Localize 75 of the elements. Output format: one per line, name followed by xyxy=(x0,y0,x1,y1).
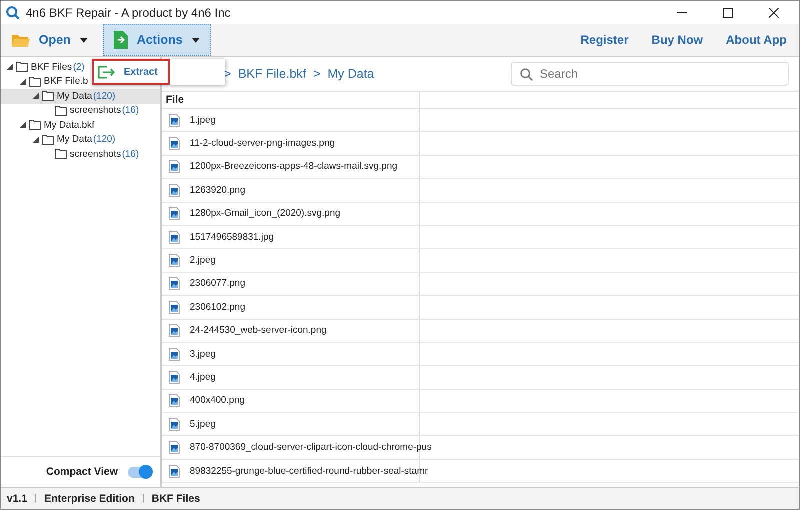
column-header[interactable]: File xyxy=(162,92,420,108)
folder-icon xyxy=(16,62,28,72)
toolbar-link[interactable]: About App xyxy=(726,33,787,47)
image-file-icon xyxy=(169,348,180,361)
image-file-icon xyxy=(169,114,180,127)
expand-triangle-icon[interactable] xyxy=(20,122,26,128)
breadcrumb-separator: > xyxy=(313,67,321,81)
file-name: 24-244530_web-server-icon.png xyxy=(190,325,327,336)
close-icon[interactable] xyxy=(769,8,779,18)
compact-view-toggle[interactable] xyxy=(128,466,152,478)
caret-icon xyxy=(80,38,88,42)
folder-icon xyxy=(55,106,67,116)
tree-item[interactable]: My Data(120) xyxy=(1,89,160,104)
image-file-icon xyxy=(169,300,180,314)
file-name: 1.jpeg xyxy=(190,114,216,126)
window-title: 4n6 BKF Repair - A product by 4n6 Inc xyxy=(26,6,231,20)
toolbar-link[interactable]: Register xyxy=(580,33,629,47)
search-field[interactable]: Search xyxy=(511,62,789,86)
tree-item[interactable]: screenshots(16) xyxy=(1,147,160,162)
search-icon xyxy=(520,68,533,81)
image-file-icon xyxy=(169,254,180,268)
expand-triangle-icon[interactable] xyxy=(7,64,13,70)
compact-view-label: Compact View xyxy=(46,466,118,478)
file-name: 1200px-Breezeicons-apps-48-claws-mail.svg.png xyxy=(190,161,398,172)
toolbar-link[interactable]: Buy Now xyxy=(652,33,704,47)
caret-icon xyxy=(192,38,200,42)
image-file-icon xyxy=(169,160,180,174)
file-name: 2306077.png xyxy=(190,278,246,290)
file-name: 2.jpeg xyxy=(190,255,216,266)
status-text: Enterprise Edition xyxy=(44,492,135,504)
image-file-icon xyxy=(169,441,180,454)
image-file-icon xyxy=(169,324,180,338)
actions-button[interactable]: Actions xyxy=(102,24,211,56)
expand-triangle-icon[interactable] xyxy=(33,93,39,100)
image-file-icon xyxy=(169,184,180,197)
file-name: 1280px-Gmail_icon_(2020).svg.png xyxy=(190,208,341,220)
tree-item[interactable]: screenshots(16) xyxy=(1,104,160,118)
file-name: 3.jpeg xyxy=(190,348,216,360)
folder-icon xyxy=(55,149,67,160)
image-file-icon xyxy=(169,370,180,384)
file-name: 870-8700369_cloud-server-clipart-icon-cloud-chrome-pus xyxy=(190,442,432,454)
breadcrumb-link[interactable]: BKF File.bkf xyxy=(238,67,306,81)
exit-arrow-icon xyxy=(98,66,116,78)
file-name: 400x400.png xyxy=(190,395,245,406)
folder-icon xyxy=(29,76,41,87)
file-name: 5.jpeg xyxy=(190,418,216,430)
status-text: v1.1 xyxy=(7,492,28,504)
image-file-icon xyxy=(169,230,180,244)
tree-item[interactable]: My Data(120) xyxy=(1,132,160,147)
search-icon xyxy=(6,6,20,20)
open-button[interactable]: Open xyxy=(1,24,99,56)
document-arrow-icon xyxy=(114,31,128,49)
file-name: 2306102.png xyxy=(190,302,246,313)
folder-icon xyxy=(12,33,30,47)
file-name: 1263920.png xyxy=(190,184,246,196)
file-name: 4.jpeg xyxy=(190,372,216,383)
image-file-icon xyxy=(169,394,180,408)
status-text: BKF Files xyxy=(152,492,200,504)
expand-triangle-icon[interactable] xyxy=(20,78,26,85)
image-file-icon xyxy=(169,207,180,220)
image-file-icon xyxy=(169,418,180,431)
file-name: 89832255-grunge-blue-certified-round-rubber-seal-stamr xyxy=(190,466,428,477)
folder-icon xyxy=(42,91,54,102)
folder-icon xyxy=(29,120,41,130)
file-name: 1517496589831.jpg xyxy=(190,232,274,243)
image-file-icon xyxy=(169,277,180,290)
breadcrumb-link[interactable]: My Data xyxy=(328,67,374,81)
expand-triangle-icon[interactable] xyxy=(33,136,39,143)
image-file-icon xyxy=(169,137,180,150)
extract-menu-item[interactable]: Extract xyxy=(92,59,170,85)
maximize-icon[interactable] xyxy=(723,8,733,18)
tree-item[interactable]: My Data.bkf xyxy=(1,118,160,132)
file-name: 11-2-cloud-server-png-images.png xyxy=(190,138,336,150)
image-file-icon xyxy=(169,464,180,478)
folder-icon xyxy=(42,134,54,145)
